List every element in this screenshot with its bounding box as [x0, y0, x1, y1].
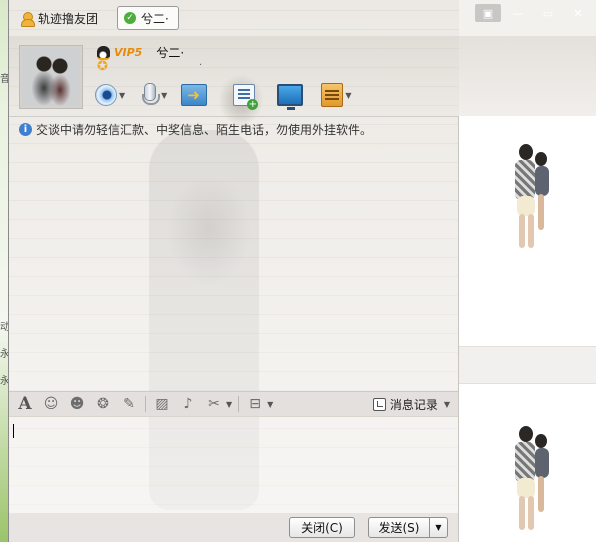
- figure-leg: [538, 476, 544, 512]
- microphone-icon: [139, 82, 161, 108]
- remote-desktop-icon: [277, 84, 304, 110]
- figure-skirt: [517, 196, 535, 216]
- close-button[interactable]: 关闭(C): [289, 517, 355, 538]
- figure-skirt: [517, 478, 535, 498]
- voice-call-button[interactable]: ▼: [139, 82, 167, 108]
- figure-head: [535, 152, 547, 166]
- contact-show-panel: [458, 116, 596, 542]
- penguin-icon: [97, 45, 110, 60]
- input-toolbar: A ☺ ☻ ❂ ✎ ▨ ♪ ✂ ▼ ⊟ ▼ 消息记录 ▼: [9, 391, 458, 417]
- security-notice: i 交谈中请勿轻信汇款、中奖信息、陌生电话，勿使用外挂软件。: [19, 121, 372, 138]
- camera-icon: [95, 84, 117, 106]
- contact-name[interactable]: 兮二·: [156, 44, 184, 61]
- close-icon: ✕: [573, 6, 583, 20]
- divider: [145, 396, 146, 412]
- figure-head: [519, 426, 533, 442]
- minimize-icon: —: [512, 6, 524, 20]
- add-discussion-icon: [233, 84, 259, 110]
- maximize-button[interactable]: ▭: [535, 4, 561, 22]
- notice-text: 交谈中请勿轻信汇款、中奖信息、陌生电话，勿使用外挂软件。: [36, 123, 373, 137]
- minimize-button[interactable]: —: [505, 4, 531, 22]
- send-file-button[interactable]: [181, 84, 208, 106]
- chevron-down-icon[interactable]: ▼: [226, 400, 232, 409]
- history-label: 消息记录: [389, 398, 438, 412]
- app-box-icon: [321, 83, 344, 107]
- font-icon[interactable]: A: [15, 394, 35, 414]
- chevron-down-icon[interactable]: ▼: [267, 400, 273, 409]
- info-icon: i: [19, 123, 32, 136]
- online-status-icon: ✓: [124, 12, 136, 24]
- close-window-button[interactable]: ✕: [565, 4, 591, 22]
- create-discussion-button[interactable]: [233, 84, 259, 110]
- chat-window: 轨迹撸友团 ✓ 兮二· ▣ — ▭ ✕ VIP5 兮二· ✪ · ▼ ▼ ➜ +…: [8, 0, 596, 542]
- magic-face-icon[interactable]: ☻: [67, 395, 87, 413]
- maximize-icon: ▭: [542, 6, 554, 20]
- emoji-icon[interactable]: ☺: [41, 395, 61, 413]
- chevron-down-icon[interactable]: ▼: [119, 91, 125, 100]
- shake-window-icon[interactable]: ❂: [93, 395, 113, 413]
- chat-toolbar: ▼ ▼ ▼: [95, 78, 365, 112]
- avatar-image: [22, 48, 80, 106]
- chevron-down-icon: ▼: [443, 400, 450, 409]
- handwriting-icon[interactable]: ✎: [119, 395, 139, 413]
- qq-show-figure[interactable]: [501, 426, 561, 536]
- qq-show-figure[interactable]: [501, 144, 561, 254]
- divider: [238, 396, 240, 412]
- text-caret: [13, 424, 14, 438]
- history-icon: [372, 398, 386, 411]
- avatar[interactable]: [19, 45, 83, 109]
- dropdown-menu-icon: ▣: [482, 6, 494, 20]
- figure-body: [535, 448, 549, 478]
- video-call-button[interactable]: ▼: [95, 84, 125, 106]
- toolbox-icon[interactable]: ⊟: [245, 395, 265, 413]
- remote-assist-button[interactable]: [277, 84, 304, 110]
- chevron-down-icon[interactable]: ▼: [161, 91, 167, 100]
- menu-button[interactable]: ▣: [475, 4, 501, 22]
- figure-head: [535, 434, 547, 448]
- send-options-button[interactable]: ▼: [429, 517, 448, 538]
- chevron-down-icon[interactable]: ▼: [345, 91, 351, 100]
- message-history-button[interactable]: 消息记录 ▼: [372, 396, 450, 413]
- window-controls: ▣ — ▭ ✕: [475, 4, 591, 22]
- apps-button[interactable]: ▼: [321, 83, 351, 107]
- tab-contact-chat[interactable]: ✓ 兮二·: [117, 6, 179, 30]
- title-bar: 轨迹撸友团 ✓ 兮二· ▣ — ▭ ✕: [9, 0, 596, 36]
- star-icon[interactable]: ✪: [97, 60, 110, 73]
- figure-leg: [528, 214, 534, 248]
- tab-group-chat[interactable]: 轨迹撸友团: [15, 6, 106, 30]
- image-icon[interactable]: ▨: [152, 395, 172, 413]
- message-input[interactable]: [9, 417, 458, 513]
- figure-body: [515, 160, 535, 200]
- contact-info: VIP5 兮二·: [97, 44, 184, 61]
- contact-signature: ·: [199, 60, 203, 71]
- tab-label: 兮二·: [141, 11, 169, 26]
- figure-leg: [538, 194, 544, 230]
- figure-body: [515, 442, 535, 482]
- tab-label: 轨迹撸友团: [38, 11, 99, 26]
- music-icon[interactable]: ♪: [178, 395, 198, 413]
- figure-leg: [519, 214, 525, 248]
- figure-body: [535, 166, 549, 196]
- message-history-area[interactable]: [9, 116, 458, 391]
- vip-badge[interactable]: VIP5: [114, 46, 142, 59]
- scissors-icon[interactable]: ✂: [204, 395, 224, 413]
- action-bar: 关闭(C) 发送(S) ▼: [9, 513, 458, 542]
- chevron-down-icon: ▼: [435, 523, 442, 532]
- figure-head: [519, 144, 533, 160]
- panel-divider: [459, 346, 596, 384]
- send-file-icon: [181, 84, 208, 106]
- group-icon: [21, 11, 35, 27]
- send-button[interactable]: 发送(S): [368, 517, 430, 538]
- figure-leg: [528, 496, 534, 530]
- figure-leg: [519, 496, 525, 530]
